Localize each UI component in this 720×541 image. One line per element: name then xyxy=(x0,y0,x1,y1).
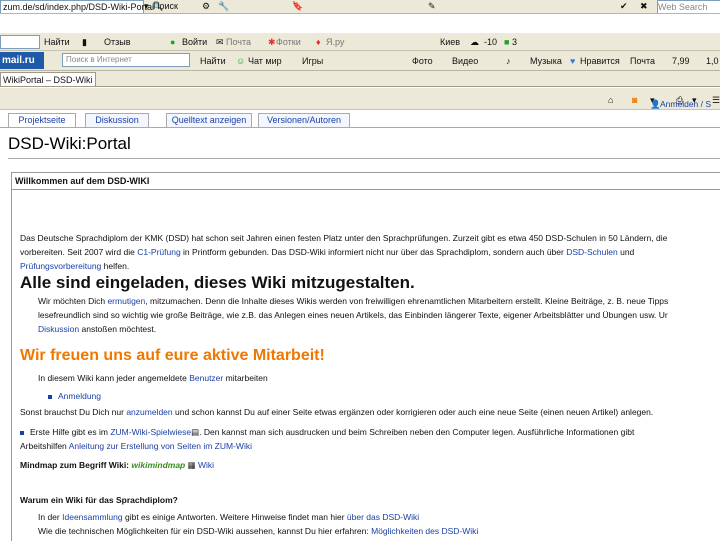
games-button[interactable]: Игры xyxy=(302,55,323,67)
invite-line-1: Wir möchten Dich ermutigen, mitzumachen.… xyxy=(38,296,669,306)
login-icon[interactable]: ● xyxy=(170,36,175,48)
command-bar: ⌂ ◙ ▾ ⎙ ▾ ☰ xyxy=(0,88,720,110)
collab-line-1: In diesem Wiki kann jeder angemeldete Be… xyxy=(38,373,268,383)
diskussion-link[interactable]: Diskussion xyxy=(38,324,79,334)
photo-button[interactable]: Фотки xyxy=(276,36,301,48)
agent-button[interactable]: Чат мир xyxy=(248,55,282,67)
wiki-tabs: Projektseite Diskussion Quelltext anzeig… xyxy=(0,113,720,128)
mindmap-line: Mindmap zum Begriff Wiki: wikimindmap ▦ … xyxy=(20,460,215,470)
tab-versionen[interactable]: Versionen/Autoren xyxy=(258,113,350,127)
help-line-1: Erste Hilfe gibt es im ZUM-Wiki-Spielwie… xyxy=(20,427,634,438)
tab-bar: WikiPortal – DSD-Wiki xyxy=(0,71,720,87)
mailru-find-button[interactable]: Найти xyxy=(200,55,226,67)
yandex-search-field[interactable] xyxy=(0,35,40,49)
ueber-dsd-wiki-link[interactable]: über das DSD-Wiki xyxy=(347,512,419,522)
music-button[interactable]: Музыка xyxy=(530,55,562,67)
intro-line-2: vorbereiten. Seit 2007 wird die C1-Prüfu… xyxy=(20,247,635,257)
close-icon[interactable]: ✖ xyxy=(640,0,648,12)
tab-projektseite[interactable]: Projektseite xyxy=(8,113,76,127)
dsd-schulen-link[interactable]: DSD-Schulen xyxy=(566,247,618,257)
settings-icon[interactable]: ⚙ xyxy=(202,0,210,12)
why-heading: Warum ein Wiki für das Sprachdiplom? xyxy=(20,495,178,505)
page-title: DSD-Wiki:Portal xyxy=(8,134,131,153)
moeglichkeiten-link[interactable]: Möglichkeiten des DSD-Wiki xyxy=(371,526,478,536)
pruefungsvorbereitung-link[interactable]: Prüfungsvorbereitung xyxy=(20,261,101,271)
title-divider xyxy=(8,158,720,159)
document-icon: ▤ xyxy=(191,427,200,437)
page-menu-icon[interactable]: ☰ xyxy=(712,94,720,106)
music-icon: ♪ xyxy=(506,56,511,66)
mailru-logo[interactable]: mail.ru xyxy=(0,52,44,69)
ermutigen-link[interactable]: ermutigen xyxy=(107,296,145,306)
home-icon[interactable]: ⌂ xyxy=(608,94,613,106)
mail-button[interactable]: Почта xyxy=(226,36,251,48)
wikimindmap-logo[interactable]: wikimindmap xyxy=(131,460,185,470)
c1-link[interactable]: C1-Prüfung xyxy=(137,247,180,257)
invite-line-2: lesefreundlich sind so wichtig wie große… xyxy=(38,310,668,320)
bookmark-icon[interactable]: 🔖 xyxy=(292,0,303,12)
browser-top-toolbar: zum.de/sd/index.php/DSD-Wiki-Portal ▾ 🔍 … xyxy=(0,0,720,14)
bullet-icon xyxy=(20,430,24,435)
mailru-search-input[interactable]: Поиск в Интернет xyxy=(62,53,190,67)
pencil-icon[interactable]: ✎ xyxy=(428,0,436,12)
feedback-button[interactable]: Отзыв xyxy=(104,36,131,48)
price-value[interactable]: 7,99 xyxy=(672,55,690,67)
like-icon: ♥ xyxy=(570,56,576,66)
more-value[interactable]: 1,0 xyxy=(706,55,719,67)
anleitung-link[interactable]: Anleitung zur Erstellung von Seiten im Z… xyxy=(69,441,252,451)
bars-icon[interactable]: ▮ xyxy=(82,36,87,48)
like-button[interactable]: Нравится xyxy=(580,55,620,67)
mail-button-2[interactable]: Почта xyxy=(630,55,655,67)
rss-icon[interactable]: ◙ xyxy=(632,94,637,106)
heading-invite: Alle sind eingeladen, dieses Wiki mitzug… xyxy=(20,273,415,292)
heading-mitarbeit: Wir freuen uns auf eure aktive Mitarbeit… xyxy=(20,347,325,364)
video-button[interactable]: Видео xyxy=(452,55,478,67)
tab-quelltext[interactable]: Quelltext anzeigen xyxy=(166,113,252,127)
ya-button[interactable]: Я.ру xyxy=(326,36,344,48)
web-search-input[interactable]: Web Search xyxy=(657,0,720,13)
help-line-2: Arbeitshilfen Anleitung zur Erstellung v… xyxy=(20,441,252,451)
wiki-mindmap-icon: ▦ xyxy=(187,460,196,470)
go-dropdown[interactable]: ▾ xyxy=(144,0,149,12)
login-button[interactable]: Войти xyxy=(182,36,207,48)
traffic-icon: ■ xyxy=(504,37,510,47)
ideensammlung-link[interactable]: Ideensammlung xyxy=(62,512,122,522)
bullet-icon xyxy=(48,394,52,399)
user-icon: 👤 xyxy=(650,99,661,109)
anmeldung-item: Anmeldung xyxy=(48,391,101,401)
intro-line-1: Das Deutsche Sprachdiplom der KMK (DSD) … xyxy=(20,233,668,243)
mailru-toolbar: mail.ru Поиск в Интернет Найти ☺ Чат мир… xyxy=(0,51,720,71)
intro-line-3: Prüfungsvorbereitung helfen. xyxy=(20,261,130,271)
anmeldung-link[interactable]: Anmeldung xyxy=(58,391,101,401)
invite-line-3: Diskussion anstoßen möchtest. xyxy=(38,324,157,334)
wiki-mindmap-link[interactable]: Wiki xyxy=(198,460,214,470)
anzumelden-link[interactable]: anzumelden xyxy=(126,407,172,417)
cloud-icon: ☁ xyxy=(470,37,479,47)
spielwiese-link[interactable]: ZUM-Wiki-Spielwiese xyxy=(110,427,191,437)
benutzer-link[interactable]: Benutzer xyxy=(189,373,223,383)
welcome-box-title: Willkommen auf dem DSD-WIKI xyxy=(12,173,720,190)
weather-value[interactable]: -10 xyxy=(484,36,497,48)
tab-wiki-portal[interactable]: WikiPortal – DSD-Wiki xyxy=(0,72,96,86)
login-link[interactable]: Anmelden / S xyxy=(660,99,711,109)
green-check-icon[interactable]: ✔ xyxy=(620,0,628,12)
photo-button-2[interactable]: Фото xyxy=(412,55,433,67)
agent-icon: ☺ xyxy=(236,56,246,66)
why-line-1: In der Ideensammlung gibt es einige Antw… xyxy=(38,512,420,522)
photo-icon[interactable]: ✱ xyxy=(268,36,276,48)
tools-icon[interactable]: 🔧 xyxy=(218,0,229,12)
traffic-value[interactable]: 3 xyxy=(512,36,517,48)
find-button[interactable]: Найти xyxy=(44,36,70,48)
collab-line-3: Sonst brauchst Du Dich nur anzumelden un… xyxy=(20,407,654,417)
ya-icon[interactable]: ♦ xyxy=(316,36,321,48)
tab-diskussion[interactable]: Diskussion xyxy=(85,113,149,127)
address-bar[interactable]: zum.de/sd/index.php/DSD-Wiki-Portal xyxy=(0,0,154,13)
why-line-2: Wie die technischen Möglichkeiten für ei… xyxy=(38,526,479,536)
search-button[interactable]: Поиск xyxy=(153,0,178,12)
welcome-box: Willkommen auf dem DSD-WIKI Das Deutsche… xyxy=(11,172,720,541)
yandex-toolbar: Найти ▮ Отзыв ● Войти ✉ Почта ✱ Фотки ♦ … xyxy=(0,33,720,51)
city-label[interactable]: Киев xyxy=(440,36,460,48)
mail-icon[interactable]: ✉ xyxy=(216,36,224,48)
